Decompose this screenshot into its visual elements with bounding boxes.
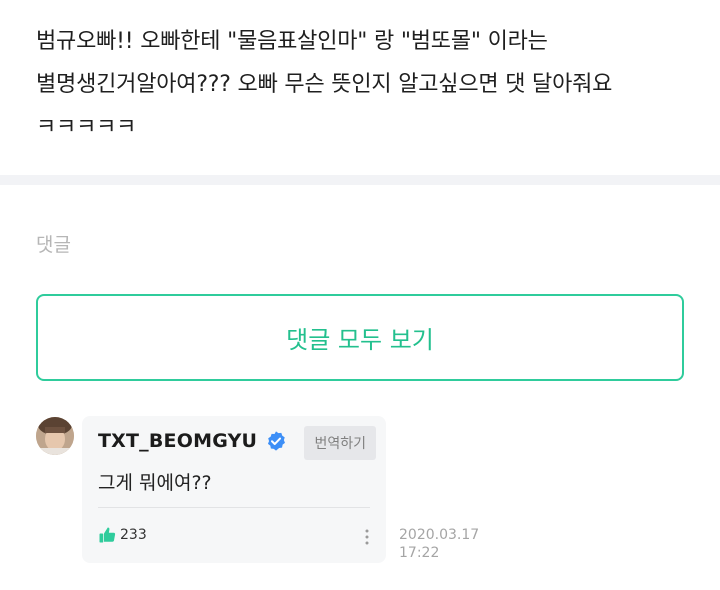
section-divider xyxy=(0,175,720,185)
comments-section-label: 댓글 xyxy=(36,234,71,256)
like-button[interactable]: 233 xyxy=(98,526,147,544)
post-body: 범규오빠!! 오빠한테 "물음표살인마" 랑 "범또몰" 이라는 별명생긴거알아… xyxy=(36,20,696,149)
avatar-image xyxy=(36,417,74,455)
comment-author-name[interactable]: TXT_BEOMGYU xyxy=(98,430,257,452)
view-all-comments-button[interactable]: 댓글 모두 보기 xyxy=(36,294,684,381)
post-text-line: 범규오빠!! 오빠한테 "물음표살인마" 랑 "범또몰" 이라는 xyxy=(36,29,548,54)
verified-badge-icon xyxy=(268,431,286,451)
comment-text: 그게 뭐에여?? xyxy=(98,472,212,494)
comment-card: TXT_BEOMGYU 번역하기 그게 뭐에여?? 233 xyxy=(82,416,386,563)
translate-button[interactable]: 번역하기 xyxy=(304,426,376,460)
post-text-line: ㅋㅋㅋㅋㅋ xyxy=(36,115,137,140)
comment-divider xyxy=(98,507,370,508)
like-count: 233 xyxy=(120,527,147,543)
comment-timestamp: 2020.03.17 17:22 xyxy=(399,526,479,562)
thumbs-up-icon xyxy=(99,527,116,543)
comment-date: 2020.03.17 xyxy=(399,527,480,543)
avatar[interactable] xyxy=(36,417,74,455)
post-text-line: 별명생긴거알아여??? 오빠 무슨 뜻인지 알고싶으면 댓 달아줘요 xyxy=(36,72,613,97)
comment-time: 17:22 xyxy=(399,545,440,561)
comment-author-row: TXT_BEOMGYU xyxy=(98,430,287,452)
more-options-icon[interactable] xyxy=(364,528,370,546)
